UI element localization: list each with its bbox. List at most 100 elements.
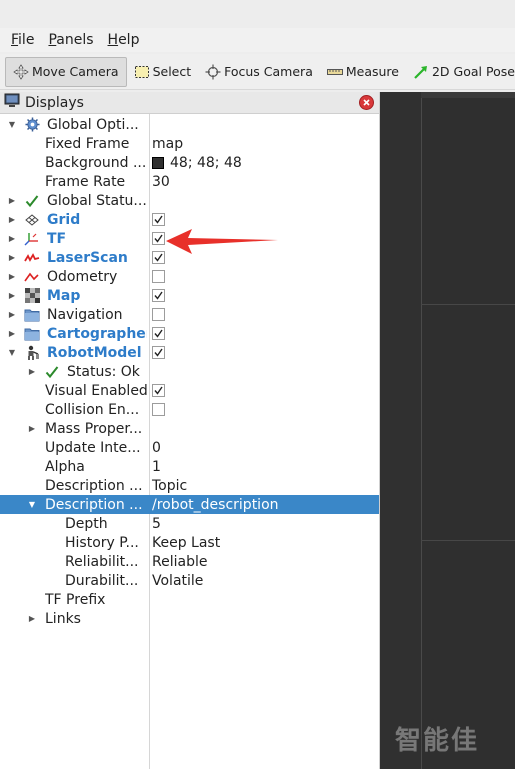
measure-button[interactable]: Measure: [320, 57, 406, 87]
description-source-value[interactable]: Topic: [152, 478, 187, 494]
expanded-arrow-icon[interactable]: ▼: [7, 348, 17, 358]
collapsed-arrow-icon[interactable]: ▶: [7, 272, 17, 282]
tree-row-collision-enabled[interactable]: Collision En...: [0, 400, 379, 419]
tree-row-frame-rate[interactable]: Frame Rate 30: [0, 172, 379, 191]
select-icon: [134, 64, 150, 80]
durability-value[interactable]: Volatile: [152, 573, 203, 589]
monitor-icon: [4, 93, 20, 112]
odometry-enabled-checkbox[interactable]: [152, 270, 165, 283]
background-color-text: 48; 48; 48: [170, 154, 242, 171]
tree-label: Navigation: [47, 306, 123, 323]
description-topic-value[interactable]: /robot_description: [152, 497, 279, 513]
measure-label: Measure: [345, 64, 399, 79]
checkbox-checked[interactable]: [152, 289, 165, 302]
depth-value[interactable]: 5: [152, 516, 161, 532]
gear-icon: [24, 117, 40, 133]
tf-axes-icon: [24, 231, 40, 247]
collapsed-arrow-icon[interactable]: ▶: [7, 310, 17, 320]
move-camera-label: Move Camera: [32, 64, 119, 79]
goal-pose-label: 2D Goal Pose: [431, 64, 515, 79]
fixed-frame-value[interactable]: map: [152, 136, 183, 152]
collision-enabled-checkbox[interactable]: [152, 403, 165, 416]
collapsed-arrow-icon[interactable]: ▶: [7, 196, 17, 206]
tree-label: TF: [47, 230, 67, 247]
tree-row-global-status[interactable]: ▶ Global Statu...: [0, 191, 379, 210]
collapsed-arrow-icon[interactable]: ▶: [27, 614, 37, 624]
frame-rate-value[interactable]: 30: [152, 174, 170, 190]
tree-row-status-ok[interactable]: ▶ Status: Ok: [0, 362, 379, 381]
move-camera-button[interactable]: Move Camera: [5, 56, 127, 87]
expanded-arrow-icon[interactable]: ▼: [27, 500, 37, 510]
tree-row-global-options[interactable]: ▼ Global Opti...: [0, 115, 379, 134]
checkbox-checked[interactable]: [152, 213, 165, 226]
collapsed-arrow-icon[interactable]: ▶: [7, 329, 17, 339]
tree-row-alpha[interactable]: Alpha 1: [0, 457, 379, 476]
tree-row-reliability[interactable]: Reliabilit... Reliable: [0, 552, 379, 571]
checkbox-checked[interactable]: [152, 346, 165, 359]
checkbox-checked[interactable]: [152, 327, 165, 340]
reliability-value[interactable]: Reliable: [152, 554, 207, 570]
select-button[interactable]: Select: [127, 57, 199, 87]
tree-row-description-topic[interactable]: ▼ Description ... /robot_description: [0, 495, 379, 514]
collapsed-arrow-icon[interactable]: ▶: [7, 291, 17, 301]
collapsed-arrow-icon[interactable]: ▶: [7, 234, 17, 244]
tree-label: Global Statu...: [47, 192, 147, 209]
visual-enabled-checkbox[interactable]: [152, 384, 165, 397]
alpha-value[interactable]: 1: [152, 459, 161, 475]
tree-row-durability[interactable]: Durabilit... Volatile: [0, 571, 379, 590]
checkbox-unchecked[interactable]: [152, 270, 165, 283]
expanded-arrow-icon[interactable]: ▼: [7, 120, 17, 130]
focus-camera-button[interactable]: Focus Camera: [198, 57, 320, 87]
tree-row-tf-prefix[interactable]: TF Prefix: [0, 590, 379, 609]
collapsed-arrow-icon[interactable]: ▶: [7, 215, 17, 225]
menu-help[interactable]: Help: [101, 32, 147, 48]
tree-row-visual-enabled[interactable]: Visual Enabled: [0, 381, 379, 400]
tree-label: Global Opti...: [47, 116, 139, 133]
goal-pose-arrow-icon: [413, 64, 429, 80]
checkbox-checked[interactable]: [152, 384, 165, 397]
folder-icon: [24, 326, 40, 342]
navigation-enabled-checkbox[interactable]: [152, 308, 165, 321]
2d-goal-pose-button[interactable]: 2D Goal Pose: [406, 57, 515, 87]
tree-row-map[interactable]: ▶ Map: [0, 286, 379, 305]
odometry-icon: [24, 269, 40, 285]
tree-row-robotmodel[interactable]: ▼ RobotModel: [0, 343, 379, 362]
tree-label: Links: [45, 610, 81, 627]
tree-row-fixed-frame[interactable]: Fixed Frame map: [0, 134, 379, 153]
history-policy-value[interactable]: Keep Last: [152, 535, 220, 551]
map-enabled-checkbox[interactable]: [152, 289, 165, 302]
menu-panels[interactable]: Panels: [41, 32, 100, 48]
update-interval-value[interactable]: 0: [152, 440, 161, 456]
cartographer-enabled-checkbox[interactable]: [152, 327, 165, 340]
collapsed-arrow-icon[interactable]: ▶: [27, 367, 37, 377]
tree-row-odometry[interactable]: ▶ Odometry: [0, 267, 379, 286]
robot-icon: [24, 345, 40, 361]
robotmodel-enabled-checkbox[interactable]: [152, 346, 165, 359]
tree-row-background-color[interactable]: Background ... 48; 48; 48: [0, 153, 379, 172]
checkmark-icon: [44, 364, 60, 380]
tree-label: History P...: [65, 534, 139, 551]
tree-label: Map: [47, 287, 81, 304]
ruler-icon: [326, 64, 343, 80]
grid-enabled-checkbox[interactable]: [152, 213, 165, 226]
move-camera-icon: [13, 63, 29, 80]
background-color-value[interactable]: 48; 48; 48: [152, 155, 242, 171]
tree-row-mass-properties[interactable]: ▶ Mass Proper...: [0, 419, 379, 438]
tree-label: Fixed Frame: [45, 135, 130, 152]
tree-row-links[interactable]: ▶ Links: [0, 609, 379, 628]
collapsed-arrow-icon[interactable]: ▶: [27, 424, 37, 434]
checkbox-unchecked[interactable]: [152, 403, 165, 416]
menu-file[interactable]: File: [4, 32, 41, 48]
select-label: Select: [152, 64, 192, 79]
render-viewport[interactable]: [380, 92, 515, 769]
tree-row-depth[interactable]: Depth 5: [0, 514, 379, 533]
checkbox-unchecked[interactable]: [152, 308, 165, 321]
collapsed-arrow-icon[interactable]: ▶: [7, 253, 17, 263]
tree-row-description-source[interactable]: Description ... Topic: [0, 476, 379, 495]
tree-label: Depth: [65, 515, 108, 532]
close-panel-button[interactable]: [359, 95, 374, 110]
tree-row-history-policy[interactable]: History P... Keep Last: [0, 533, 379, 552]
tree-row-cartographer[interactable]: ▶ Cartographer: [0, 324, 379, 343]
tree-row-update-interval[interactable]: Update Inte... 0: [0, 438, 379, 457]
tree-row-navigation[interactable]: ▶ Navigation: [0, 305, 379, 324]
